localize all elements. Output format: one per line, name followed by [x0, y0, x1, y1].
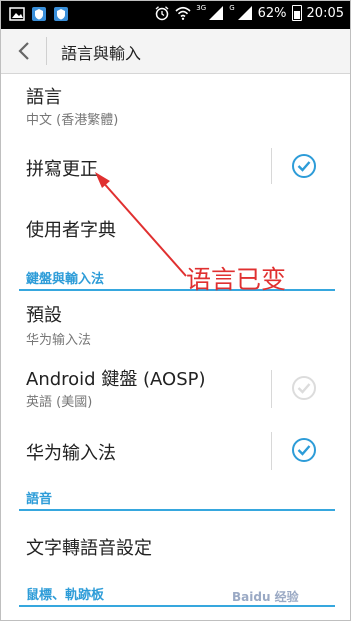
language-summary: 中文 (香港繁體) [26, 113, 119, 128]
spell-correction-checkbox[interactable] [290, 152, 318, 180]
watermark: Baidu 经验 [232, 590, 299, 604]
section-mouse-label: 鼠標、軌跡板 [26, 588, 105, 603]
huawei-ime-title: 华为输入法 [26, 443, 116, 464]
section-keyboard-label: 鍵盤與輸入法 [26, 272, 105, 287]
user-dictionary-item[interactable]: 使用者字典 [1, 200, 350, 260]
back-chevron-icon[interactable] [13, 39, 37, 63]
item-divider [271, 148, 272, 184]
language-title: 語言 [26, 87, 62, 108]
huawei-ime-checkbox[interactable] [290, 436, 318, 464]
section-speech: 語音 [1, 482, 350, 514]
battery-icon [291, 5, 302, 21]
network-3g-label: 3G [196, 4, 207, 12]
default-ime-title: 預設 [26, 305, 62, 326]
aosp-keyboard-summary: 英語 (美國) [26, 395, 93, 410]
shield-icon [54, 7, 68, 21]
spell-correction-title: 拼寫更正 [26, 159, 98, 180]
action-bar-divider [46, 37, 47, 65]
aosp-keyboard-item[interactable]: Android 鍵盤 (AOSP) 英語 (美國) [1, 358, 350, 420]
spell-correction-item[interactable]: 拼寫更正 [1, 138, 350, 196]
section-divider [19, 289, 335, 291]
page-title: 語言與輸入 [61, 44, 142, 63]
item-divider [271, 370, 272, 408]
aosp-keyboard-checkbox[interactable] [290, 374, 318, 402]
battery-percent: 62% [257, 5, 287, 21]
section-speech-label: 語音 [26, 492, 53, 507]
annotation-text: 语言已变 [186, 265, 287, 294]
tts-settings-title: 文字轉語音設定 [26, 538, 152, 559]
default-ime-item[interactable]: 預設 华为输入法 [1, 296, 350, 354]
signal-icon [209, 6, 224, 20]
alarm-icon [155, 6, 169, 21]
network-g-label: G [229, 4, 235, 12]
aosp-keyboard-title: Android 鍵盤 (AOSP) [26, 369, 206, 390]
clock: 20:05 [306, 5, 344, 21]
item-divider [271, 432, 272, 470]
huawei-ime-item[interactable]: 华为输入法 [1, 424, 350, 478]
user-dictionary-title: 使用者字典 [26, 220, 116, 241]
default-ime-summary: 华为输入法 [26, 333, 92, 348]
section-divider [19, 509, 335, 511]
language-item[interactable]: 語言 中文 (香港繁體) [1, 74, 350, 134]
image-icon [9, 7, 25, 21]
tts-settings-item[interactable]: 文字轉語音設定 [1, 518, 350, 572]
section-keyboard: 鍵盤與輸入法 [1, 262, 350, 294]
status-bar: 3G G 62% 20:05 [1, 1, 350, 29]
wifi-icon [175, 6, 191, 20]
signal-icon [237, 6, 252, 20]
shield-icon [32, 7, 46, 21]
section-divider [19, 605, 335, 607]
action-bar: 語言與輸入 [1, 29, 350, 74]
